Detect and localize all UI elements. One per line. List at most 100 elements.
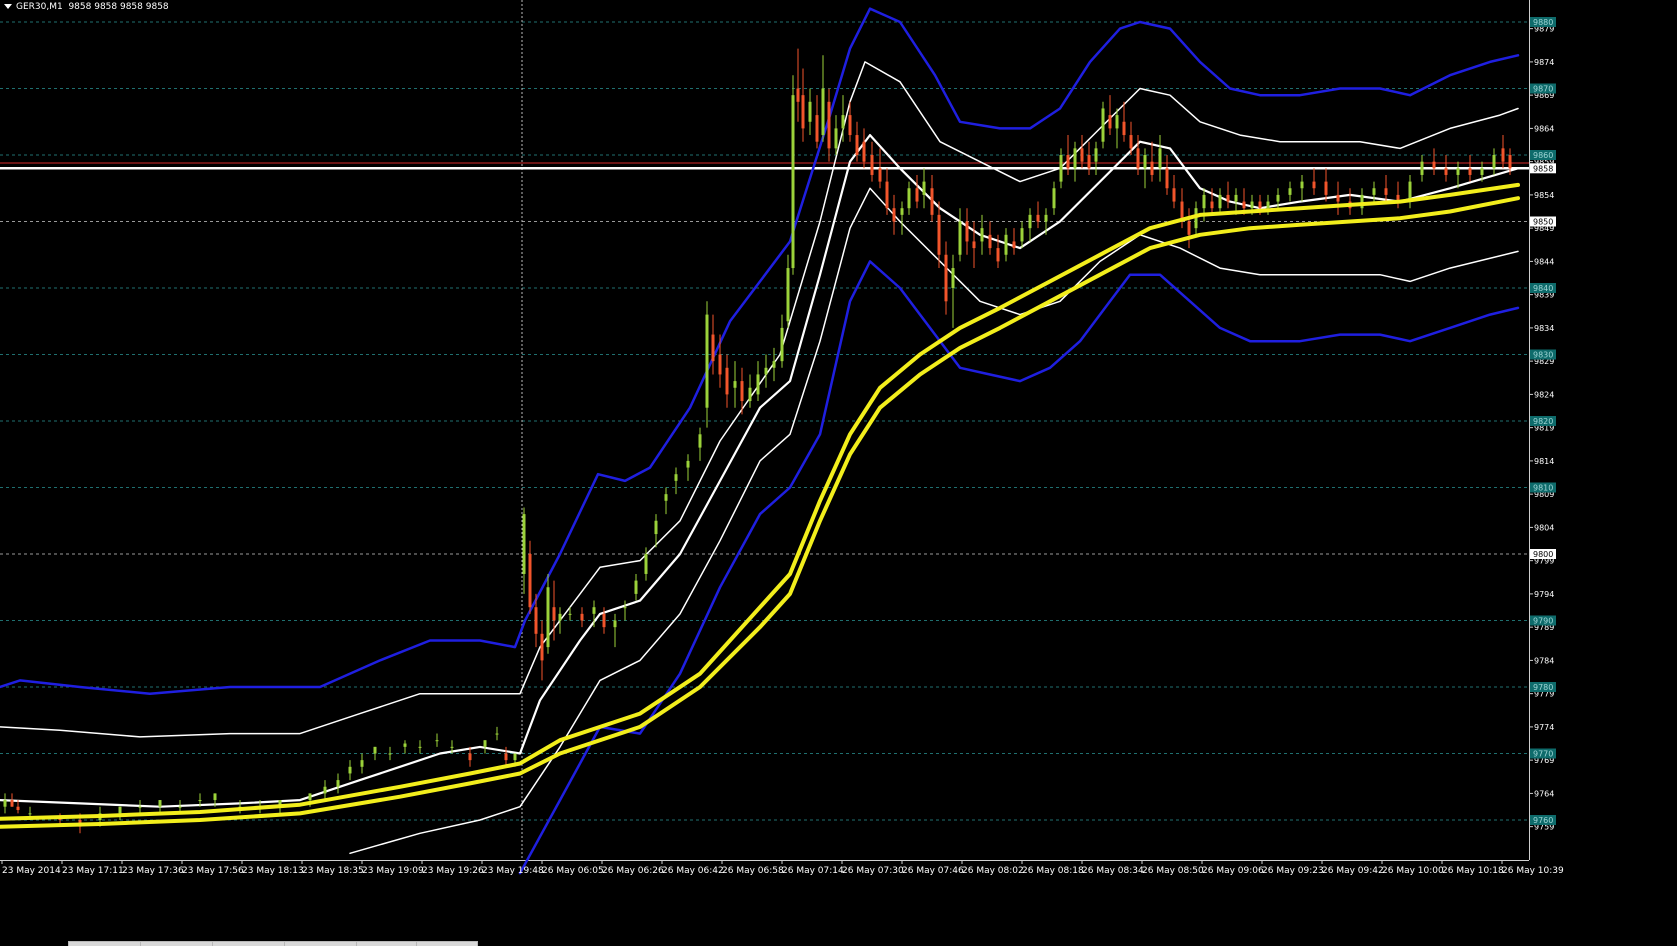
x-tick-label: 26 May 07:46 [902,866,964,876]
candle-body [450,746,454,748]
y-tick-label: 9784 [1534,656,1554,665]
ohlc-values: 9858 9858 9858 9858 [68,2,169,12]
x-tick-label: 26 May 10:00 [1382,866,1444,876]
candle-body [725,367,729,395]
y-tick-label: 9834 [1534,324,1554,333]
candle-body [756,374,760,395]
x-tick-label: 26 May 09:06 [1202,866,1264,876]
candle-body [1020,228,1024,242]
chart-tab-2[interactable] [140,941,214,946]
candle-body [780,327,784,362]
chart-header: GER30,M1 9858 9858 9858 9858 [4,2,169,12]
y-tick-label: 9854 [1534,191,1554,200]
level-label-text: 9800 [1533,550,1553,559]
candle-body [951,268,955,288]
candle-body [138,806,142,808]
candle-body [1312,181,1316,189]
candle-body [733,381,737,388]
candle-body [862,141,866,162]
price-chart[interactable]: 9879 9874 9869 9864 9859 9854 9849 9844 9839 9834… [0,0,1677,946]
candle-body [1226,194,1230,202]
x-tick-label: 23 May 17:11 [62,866,124,876]
candle-body [1234,194,1238,202]
candle-body [664,494,668,501]
candle-body [1420,161,1424,175]
candle-body [834,128,838,149]
candle-body [1501,148,1505,162]
x-tick-label: 26 May 09:42 [1322,866,1384,876]
candle-body [1456,168,1460,175]
candle-body [801,95,805,129]
candle-body [435,740,439,742]
x-tick-label: 26 May 06:42 [662,866,724,876]
chart-tab-3[interactable] [212,941,286,946]
candle-body [1492,155,1496,169]
candle-body [623,607,627,609]
candle-body [1242,201,1246,209]
level-label-text: 9820 [1533,417,1553,426]
candle-body [1087,155,1091,169]
level-label-text: 9770 [1533,750,1553,759]
candle-body [686,460,690,468]
x-tick-label: 26 May 06:26 [602,866,664,876]
candle-body [1036,214,1040,222]
candle-body [791,95,795,269]
candle-body [764,367,768,375]
candle-body [674,474,678,481]
candle-body [158,800,162,807]
candle-body [10,800,14,807]
candle-body [613,620,617,628]
candle-body [1372,188,1376,195]
chart-tab-5[interactable] [356,941,418,946]
x-tick-label: 26 May 08:34 [1082,866,1144,876]
chart-canvas[interactable]: 9879987498699864985998549849984498399834… [0,0,1677,945]
candle-body [705,314,709,408]
candle-body [1101,108,1105,142]
candle-body [786,268,790,322]
y-tick-label: 9764 [1534,789,1554,798]
candle-body [1266,201,1270,209]
candle-body [513,753,517,761]
candle-body [1136,148,1140,169]
candle-body [958,221,962,255]
chart-tab-1[interactable] [68,941,142,946]
candle-body [930,188,934,215]
chart-tab-4[interactable] [284,941,358,946]
candle-body [373,746,377,754]
x-tick-label: 23 May 17:36 [122,866,184,876]
level-label-text: 9860 [1533,151,1553,160]
candle-body [468,753,472,761]
y-tick-label: 9864 [1534,124,1554,133]
candle-body [348,766,352,774]
candle-body [1115,115,1119,129]
level-label-text: 9870 [1533,85,1553,94]
candle-body [403,743,407,747]
candle-body [602,613,606,628]
candle-body [922,181,926,195]
candle-body [937,214,941,255]
candle-body [540,633,544,661]
candle-body [213,793,217,801]
candle-body [1324,181,1328,195]
candle-body [580,613,584,621]
level-label-text: 9830 [1533,351,1553,360]
candle-body [772,361,776,368]
candle-body [1202,194,1206,209]
candle-body [634,580,638,594]
candle-body [323,786,327,794]
candle-body [988,234,992,249]
chart-tab-6[interactable] [416,941,478,946]
candle-body [1444,168,1448,175]
candle-body [1432,161,1436,169]
collapse-triangle-icon[interactable] [4,4,12,9]
x-tick-label: 26 May 07:14 [782,866,844,876]
candle-body [16,806,20,811]
candle-body [1288,188,1292,195]
candle-body [718,354,722,375]
candle-body [821,88,825,136]
candle-body [1468,168,1472,175]
candle-body [522,514,526,574]
candle-body [892,208,896,222]
candle-body [1094,148,1098,162]
y-tick-label: 9774 [1534,723,1554,732]
